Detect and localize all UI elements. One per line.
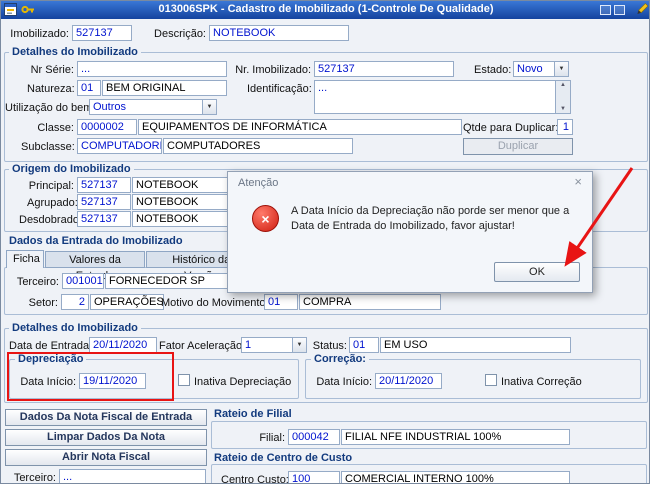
setor-label: Setor: (28, 297, 58, 309)
ok-button[interactable]: OK (494, 262, 580, 282)
agrupado-label: Agrupado: (27, 197, 78, 209)
pencil-icon (634, 2, 649, 16)
nr-imobilizado-label: Nr. Imobilizado: (235, 64, 311, 76)
rateio-centro-custo-title: Rateio de Centro de Custo (214, 452, 353, 464)
filial-desc-field: FILIAL NFE INDUSTRIAL 100% (341, 429, 570, 445)
chevron-down-icon[interactable]: ▼ (202, 100, 216, 114)
classe-label: Classe: (37, 122, 74, 134)
motivo-desc-field: COMPRA (299, 294, 441, 310)
setor-code-field[interactable]: 2 (61, 294, 89, 310)
natureza-label: Natureza: (27, 83, 75, 95)
nr-serie-field[interactable]: ... (77, 61, 227, 77)
correcao-group-title: Correção: (311, 353, 369, 365)
tab-ficha[interactable]: Ficha (6, 250, 44, 268)
utilizacao-value: Outros (93, 101, 127, 113)
status-label: Status: (312, 340, 347, 352)
tab-valores-da-entrada[interactable]: Valores da Entrada (45, 251, 145, 282)
terceiro-desc-field: FORNECEDOR SP (105, 273, 238, 289)
origem-group-title: Origem do Imobilizado (9, 163, 134, 175)
error-cross-glyph: × (261, 210, 270, 227)
nr-serie-label: Nr Série: (30, 64, 74, 76)
centro-custo-code-field[interactable]: 100 (288, 471, 340, 483)
fator-aceleracao-select[interactable]: 1 ▼ (241, 337, 307, 353)
motivo-code-field[interactable]: 01 (264, 294, 298, 310)
titlebar: 013006SPK - Cadastro de Imobilizado (1-C… (1, 1, 649, 19)
terceiro-label: Terceiro: (16, 276, 59, 288)
nota-terceiro-field[interactable]: ... (59, 469, 206, 483)
app-window: 013006SPK - Cadastro de Imobilizado (1-C… (0, 0, 650, 484)
error-icon: × (252, 205, 279, 232)
status-code-field[interactable]: 01 (349, 337, 379, 353)
subclasse-code-field[interactable]: COMPUTADORES (77, 138, 162, 154)
natureza-code-field[interactable]: 01 (77, 80, 101, 96)
imobilizado-field[interactable]: 527137 (72, 25, 132, 41)
qtde-duplicar-field[interactable]: 1 (557, 119, 573, 135)
principal-label: Principal: (28, 180, 74, 192)
data-entrada-label: Data de Entrada: (9, 340, 93, 352)
inativa-depreciacao-checkbox[interactable] (178, 374, 190, 386)
inativa-depreciacao-label: Inativa Depreciação (194, 376, 292, 388)
motivo-movimento-label: Motivo do Movimento: (161, 297, 269, 309)
desdobrado-label: Desdobrado: (19, 214, 82, 226)
filial-code-field[interactable]: 000042 (288, 429, 340, 445)
dialog-message: A Data Início da Depreciação não porde s… (291, 205, 570, 232)
depreciacao-data-inicio-label: Data Início: (20, 376, 76, 388)
data-entrada-field[interactable]: 20/11/2020 (89, 337, 157, 353)
principal-code-field[interactable]: 527137 (77, 177, 131, 193)
limpar-dados-nota-button[interactable]: Limpar Dados Da Nota (5, 429, 207, 446)
estado-select[interactable]: Novo ▼ (513, 61, 569, 77)
imobilizado-label: Imobilizado: (10, 28, 69, 40)
rateio-filial-title: Rateio de Filial (214, 408, 292, 420)
classe-code-field[interactable]: 0000002 (77, 119, 137, 135)
descricao-field[interactable]: NOTEBOOK (209, 25, 349, 41)
scroll-down-icon[interactable]: ▼ (560, 106, 566, 112)
subclasse-label: Subclasse: (21, 141, 75, 153)
utilizacao-label: Utilização do bem: (5, 102, 96, 114)
subclasse-desc-field: COMPUTADORES (163, 138, 353, 154)
detalhes-group-title: Detalhes do Imobilizado (9, 46, 141, 58)
identificacao-scrollbar[interactable]: ▲ ▼ (555, 81, 570, 113)
correcao-data-inicio-field[interactable]: 20/11/2020 (375, 373, 442, 389)
dados-nota-fiscal-button[interactable]: Dados Da Nota Fiscal de Entrada (5, 409, 207, 426)
qtde-duplicar-label: Qtde para Duplicar: (463, 122, 559, 134)
entrada-section-title: Dados da Entrada do Imobilizado (9, 235, 183, 247)
descricao-label: Descrição: (154, 28, 206, 40)
fator-aceleracao-label: Fator Aceleração: (159, 340, 246, 352)
natureza-desc-field: BEM ORIGINAL (102, 80, 227, 96)
fator-aceleracao-value: 1 (245, 339, 252, 351)
centro-custo-label: Centro Custo: (221, 474, 289, 484)
agrupado-code-field[interactable]: 527137 (77, 194, 131, 210)
close-icon[interactable]: × (574, 175, 582, 188)
duplicar-button[interactable]: Duplicar (463, 138, 573, 155)
abrir-nota-fiscal-button[interactable]: Abrir Nota Fiscal (5, 449, 207, 466)
terceiro-code-field[interactable]: 001001 (62, 273, 104, 289)
depreciacao-group-title: Depreciação (15, 353, 87, 365)
filial-label: Filial: (259, 432, 285, 444)
estado-value: Novo (517, 63, 543, 75)
detalhes2-group-title: Detalhes do Imobilizado (9, 322, 141, 334)
inativa-correcao-checkbox[interactable] (485, 374, 497, 386)
desdobrado-code-field[interactable]: 527137 (77, 211, 131, 227)
window-title: 013006SPK - Cadastro de Imobilizado (1-C… (158, 3, 494, 15)
identificacao-label: Identificação: (247, 83, 312, 95)
dialog-title: Atenção (238, 177, 279, 189)
chevron-down-icon[interactable]: ▼ (292, 338, 306, 352)
centro-custo-desc-field: COMERCIAL INTERNO 100% (341, 471, 570, 483)
setor-desc-field: OPERAÇÕES (90, 294, 164, 310)
estado-label: Estado: (474, 64, 512, 76)
inativa-correcao-label: Inativa Correção (501, 376, 582, 388)
utilizacao-select[interactable]: Outros ▼ (89, 99, 217, 115)
nr-imobilizado-field[interactable]: 527137 (314, 61, 454, 77)
classe-desc-field: EQUIPAMENTOS DE INFORMÁTICA (138, 119, 462, 135)
identificacao-field[interactable]: ... (314, 80, 571, 114)
atencao-dialog: Atenção × × A Data Início da Depreciação… (227, 171, 593, 293)
depreciacao-data-inicio-field[interactable]: 19/11/2020 (79, 373, 146, 389)
minimize-button[interactable] (600, 5, 611, 15)
maximize-button[interactable] (614, 5, 625, 15)
correcao-data-inicio-label: Data Início: (316, 376, 372, 388)
nota-terceiro-label: Terceiro: (13, 472, 56, 484)
chevron-down-icon[interactable]: ▼ (554, 62, 568, 76)
status-desc-field: EM USO (380, 337, 571, 353)
scroll-up-icon[interactable]: ▲ (560, 82, 566, 88)
